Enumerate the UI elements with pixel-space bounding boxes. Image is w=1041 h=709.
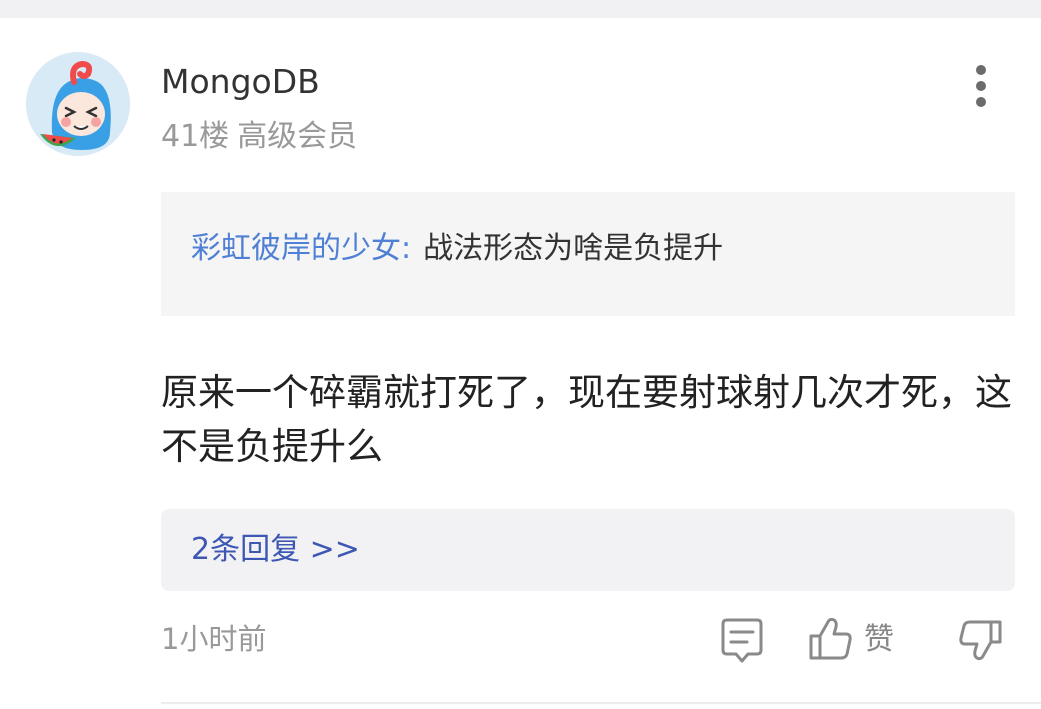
dislike-button[interactable] xyxy=(955,612,1005,668)
avatar[interactable] xyxy=(26,52,130,156)
divider xyxy=(161,702,1041,704)
timestamp: 1小时前 xyxy=(161,622,267,656)
like-label: 赞 xyxy=(864,622,894,657)
quote-text: 战法形态为啥是负提升 xyxy=(423,231,724,266)
more-options-button[interactable] xyxy=(960,62,1002,112)
comment-icon xyxy=(721,618,763,663)
top-separator xyxy=(0,0,1041,18)
replies-button[interactable]: 2条回复 >> xyxy=(161,509,1015,591)
quoted-comment: 彩虹彼岸的少女: 战法形态为啥是负提升 xyxy=(161,192,1015,316)
replies-link[interactable]: 2条回复 >> xyxy=(191,530,360,570)
thumbs-up-icon xyxy=(809,617,852,660)
quote-line: 彩虹彼岸的少女: 战法形态为啥是负提升 xyxy=(191,228,723,270)
comment-button[interactable] xyxy=(717,612,767,668)
floor-number: 41楼 xyxy=(161,119,230,154)
like-button[interactable]: 赞 xyxy=(806,612,906,668)
avatar-cartoon-icon xyxy=(26,52,130,156)
quote-separator: : xyxy=(401,231,412,266)
thumbs-down-icon xyxy=(959,620,1002,661)
more-vertical-icon xyxy=(976,65,986,107)
username[interactable]: MongoDB xyxy=(161,60,320,104)
quote-author[interactable]: 彩虹彼岸的少女 xyxy=(191,231,401,266)
comment-content: 原来一个碎霸就打死了，现在要射球射几次才死，这不是负提升么 xyxy=(161,371,1012,468)
post-meta: 41楼 高级会员 xyxy=(161,117,357,157)
member-level: 高级会员 xyxy=(237,119,358,154)
